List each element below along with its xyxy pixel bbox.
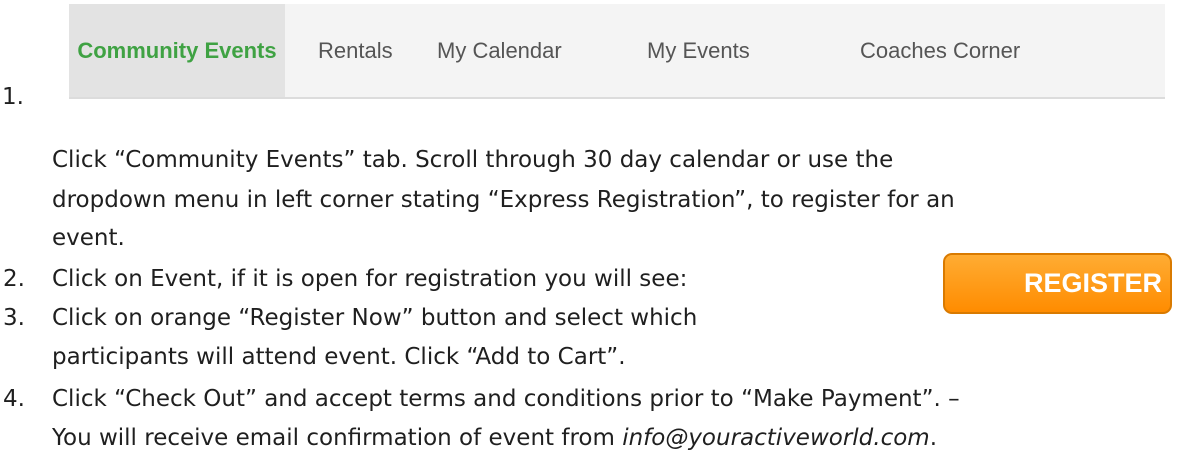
tab-my-calendar[interactable]: My Calendar: [437, 4, 562, 97]
tab-community-events[interactable]: Community Events: [69, 4, 285, 97]
step-number: 1.: [2, 84, 24, 110]
step-text-end: .: [929, 425, 938, 451]
register-button[interactable]: REGISTER: [943, 253, 1172, 314]
step-text-line: participants will attend event. Click “A…: [52, 344, 626, 370]
step-text-line: Click “Community Events” tab. Scroll thr…: [52, 147, 894, 173]
email-address: info@youractiveworld.com: [622, 425, 930, 451]
tab-coaches-corner[interactable]: Coaches Corner: [860, 4, 1020, 97]
step-text-line-email: You will receive email confirmation of e…: [52, 423, 937, 453]
step-text-line: Click on orange “Register Now” button an…: [52, 305, 698, 331]
tab-my-events[interactable]: My Events: [647, 4, 750, 97]
step-text-line: dropdown menu in left corner stating “Ex…: [52, 187, 955, 213]
step-number: 4.: [3, 386, 25, 412]
step-text-line: Click “Check Out” and accept terms and c…: [52, 386, 960, 412]
tab-bar: Community Events Rentals My Calendar My …: [69, 4, 1165, 99]
step-text-line: event.: [52, 225, 125, 251]
step-number: 3.: [3, 305, 25, 331]
step-number: 2.: [3, 266, 25, 292]
step-text: You will receive email confirmation of e…: [52, 425, 623, 451]
tab-rentals[interactable]: Rentals: [318, 4, 393, 97]
step-text-line: Click on Event, if it is open for regist…: [52, 266, 688, 292]
